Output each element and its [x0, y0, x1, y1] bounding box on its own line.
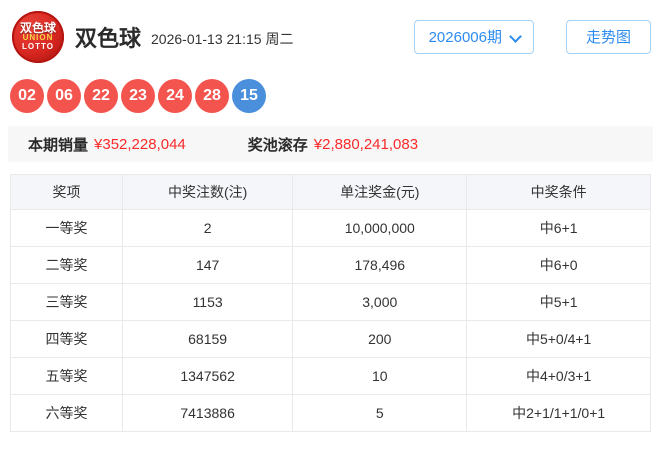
header-controls: 2026006期 走势图	[413, 19, 653, 54]
trend-chart-button[interactable]: 走势图	[565, 19, 651, 54]
pool-value: ¥2,880,241,083	[313, 135, 419, 153]
table-header-cell: 奖项	[10, 174, 123, 210]
table-cell: 2	[121, 209, 294, 247]
sales-label: 本期销量	[28, 136, 89, 154]
table-row: 三等奖 1153 3,000 中5+1	[10, 283, 651, 321]
table-cell: 四等奖	[10, 320, 123, 358]
page-title: 双色球	[75, 25, 142, 51]
table-row: 五等奖 1347562 10 中4+0/3+1	[10, 357, 651, 395]
table-cell: 三等奖	[10, 283, 123, 321]
table-cell: 7413886	[121, 394, 294, 432]
table-row: 六等奖 7413886 5 中2+1/1+1/0+1	[10, 394, 651, 432]
draw-datetime: 2026-01-13 21:15 周二	[151, 30, 294, 47]
table-header-cell: 单注奖金(元)	[292, 174, 468, 210]
red-ball: 06	[47, 79, 81, 113]
ball-row: 02 06 22 23 24 28 15	[0, 79, 661, 113]
table-cell: 10,000,000	[292, 209, 468, 247]
red-ball: 24	[158, 79, 192, 113]
table-cell: 一等奖	[10, 209, 123, 247]
table-cell: 3,000	[292, 283, 468, 321]
red-ball: 22	[84, 79, 118, 113]
table-row: 二等奖 147 178,496 中6+0	[10, 246, 651, 284]
prize-table: 奖项 中奖注数(注) 单注奖金(元) 中奖条件 一等奖 2 10,000,000 中6+1 二…	[10, 174, 651, 432]
table-cell: 中4+0/3+1	[466, 357, 651, 395]
red-ball: 02	[10, 79, 44, 113]
logo-text-lotto: LOTTO	[22, 41, 54, 51]
red-ball: 23	[121, 79, 155, 113]
union-lotto-logo: 双色球 UNION LOTTO	[12, 10, 64, 63]
table-cell: 147	[121, 246, 294, 284]
prize-table-header-row: 奖项 中奖注数(注) 单注奖金(元) 中奖条件	[10, 174, 651, 210]
table-cell: 五等奖	[10, 357, 123, 395]
table-row: 一等奖 2 10,000,000 中6+1	[10, 209, 651, 247]
trend-chart-button-label: 走势图	[585, 28, 631, 46]
table-cell: 1153	[121, 283, 294, 321]
table-cell: 68159	[121, 320, 294, 358]
table-cell: 10	[292, 357, 468, 395]
table-cell: 中5+0/4+1	[466, 320, 651, 358]
blue-ball: 15	[232, 79, 266, 113]
table-cell: 中6+0	[466, 246, 651, 284]
table-cell: 中2+1/1+1/0+1	[466, 394, 651, 432]
issue-select-label: 2026006期	[428, 28, 502, 46]
table-cell: 六等奖	[10, 394, 123, 432]
table-row: 四等奖 68159 200 中5+0/4+1	[10, 320, 651, 358]
table-cell: 中6+1	[466, 209, 651, 247]
table-cell: 5	[292, 394, 468, 432]
table-cell: 178,496	[292, 246, 468, 284]
sales-value: ¥352,228,044	[94, 135, 186, 153]
prize-table-body: 一等奖 2 10,000,000 中6+1 二等奖 147 178,496 中6+0 三等奖 11…	[10, 209, 651, 432]
table-header-cell: 中奖注数(注)	[121, 174, 294, 210]
summary-bar: 本期销量 ¥352,228,044 奖池滚存 ¥2,880,241,083	[8, 126, 653, 162]
pool-label: 奖池滚存	[247, 136, 308, 154]
table-cell: 200	[292, 320, 468, 358]
table-cell: 中5+1	[466, 283, 651, 321]
table-cell: 1347562	[121, 357, 294, 395]
red-ball: 28	[195, 79, 229, 113]
chevron-down-icon	[511, 29, 521, 39]
table-header-cell: 中奖条件	[466, 174, 651, 210]
issue-select[interactable]: 2026006期	[413, 19, 534, 54]
table-cell: 二等奖	[10, 246, 123, 284]
page-header: 双色球 UNION LOTTO 双色球 2026-01-13 21:15 周二 …	[0, 0, 661, 64]
